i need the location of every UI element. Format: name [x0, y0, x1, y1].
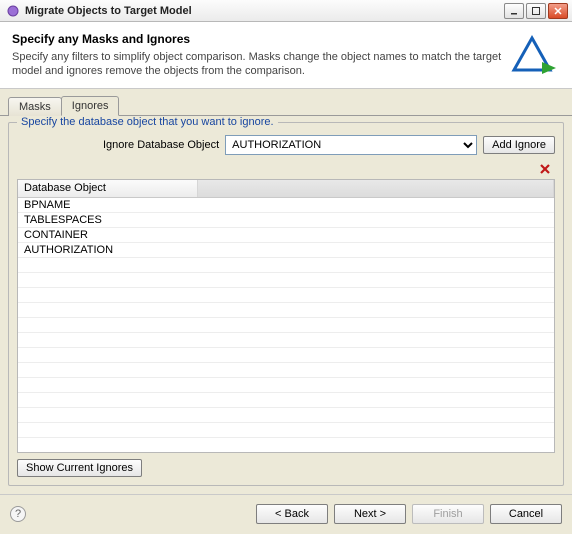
cell-database-object: CONTAINER	[18, 229, 198, 241]
finish-button: Finish	[412, 504, 484, 524]
table-row	[18, 408, 554, 423]
cell-database-object: AUTHORIZATION	[18, 244, 198, 256]
table-header: Database Object	[18, 180, 554, 198]
show-current-ignores-button[interactable]: Show Current Ignores	[17, 459, 142, 477]
table-row[interactable]: BPNAME	[18, 198, 554, 213]
banner-icon	[504, 32, 560, 80]
table-row[interactable]: AUTHORIZATION	[18, 243, 554, 258]
table-row	[18, 348, 554, 363]
table-row	[18, 318, 554, 333]
ignore-groupbox: Specify the database object that you wan…	[8, 122, 564, 486]
minimize-button[interactable]	[504, 3, 524, 19]
cell-database-object: TABLESPACES	[18, 214, 198, 226]
tab-masks[interactable]: Masks	[8, 97, 62, 116]
tab-panel-ignores: Specify the database object that you wan…	[0, 116, 572, 494]
tab-row: Masks Ignores	[0, 89, 572, 116]
title-bar: Migrate Objects to Target Model	[0, 0, 572, 22]
wizard-banner: Specify any Masks and Ignores Specify an…	[0, 22, 572, 89]
ignore-control-row: Ignore Database Object AUTHORIZATION Add…	[17, 135, 555, 155]
wizard-footer: ? < Back Next > Finish Cancel	[0, 494, 572, 534]
table-row	[18, 438, 554, 452]
add-ignore-button[interactable]: Add Ignore	[483, 136, 555, 154]
delete-icon[interactable]	[537, 161, 553, 177]
table-body: BPNAME TABLESPACES CONTAINER AUTHORIZATION	[18, 198, 554, 452]
table-row	[18, 273, 554, 288]
table-row	[18, 303, 554, 318]
table-row	[18, 393, 554, 408]
table-row[interactable]: CONTAINER	[18, 228, 554, 243]
delete-bar	[17, 161, 555, 179]
ignore-table: Database Object BPNAME TABLESPACES CONTAIN…	[17, 179, 555, 453]
app-icon	[6, 4, 20, 18]
back-button[interactable]: < Back	[256, 504, 328, 524]
close-button[interactable]	[548, 3, 568, 19]
table-row	[18, 288, 554, 303]
banner-heading: Specify any Masks and Ignores	[12, 32, 504, 46]
cell-database-object: BPNAME	[18, 199, 198, 211]
ignore-database-object-select[interactable]: AUTHORIZATION	[225, 135, 477, 155]
column-header-blank[interactable]	[198, 180, 554, 197]
table-row	[18, 378, 554, 393]
ignore-label: Ignore Database Object	[103, 139, 219, 151]
table-row	[18, 363, 554, 378]
cancel-button[interactable]: Cancel	[490, 504, 562, 524]
maximize-button[interactable]	[526, 3, 546, 19]
table-row	[18, 423, 554, 438]
table-row	[18, 333, 554, 348]
group-legend: Specify the database object that you wan…	[17, 116, 278, 128]
table-row[interactable]: TABLESPACES	[18, 213, 554, 228]
tab-ignores[interactable]: Ignores	[61, 96, 120, 116]
column-header-database-object[interactable]: Database Object	[18, 180, 198, 197]
next-button[interactable]: Next >	[334, 504, 406, 524]
window-title: Migrate Objects to Target Model	[25, 5, 502, 17]
help-icon[interactable]: ?	[10, 506, 26, 522]
banner-description: Specify any filters to simplify object c…	[12, 50, 504, 79]
table-row	[18, 258, 554, 273]
